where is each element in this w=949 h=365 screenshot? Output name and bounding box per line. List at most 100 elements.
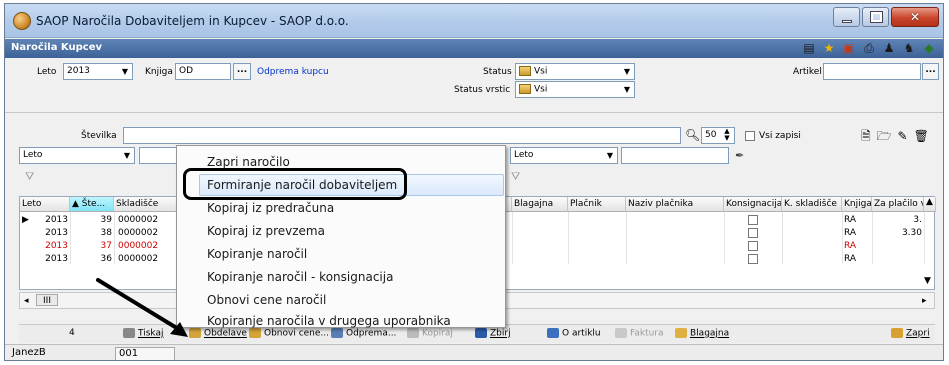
table-cell-skladisce[interactable]: 0000002 [116,214,182,226]
chevron-down-icon[interactable]: ▼ [603,148,617,163]
menu-item-obnovi-cene[interactable]: Obnovi cene naročil [207,293,326,307]
open-record-icon[interactable]: 🗁︎ [877,129,898,143]
column-filter-value[interactable] [621,147,729,164]
table-cell-skladisce[interactable]: 0000002 [116,253,182,265]
artikel-browse-button[interactable]: ... [922,63,939,80]
chevron-down-icon[interactable]: ▼ [118,64,132,79]
konsignacija-checkbox[interactable] [748,241,758,251]
delete-record-icon[interactable]: 🗑︎ [914,129,935,143]
status-select[interactable]: Vsi ▼ [515,63,635,80]
stepper-arrows-icon[interactable]: ▲ ▼ [720,128,734,143]
maximize-button[interactable] [862,7,889,27]
table-cell-stevilka[interactable]: 39 [70,214,114,226]
table-cell-skladisce[interactable]: 0000002 [116,240,182,252]
menu-item-kopiraj-iz-prevzema[interactable]: Kopiraj iz prevzema [207,224,325,238]
scroll-down-icon[interactable]: ▼ [922,275,936,287]
module-title: Naročila Kupcev [11,42,103,53]
users-icon[interactable]: ♟ [881,41,897,56]
new-record-icon[interactable]: 🗎︎ [861,129,877,143]
table-cell-za-placilo[interactable]: 3. [872,214,924,226]
menu-item-kopiraj-iz-predracuna[interactable]: Kopiraj iz predračuna [207,201,334,215]
column-header-k-skladisce[interactable]: K. skladišče [782,197,842,212]
header-toolbar: ▤ ★ ▣ ⎙ ♟ ♞ ◆ [801,41,937,56]
vsi-zapisi-checkbox[interactable] [745,131,755,141]
obdelave-label: Obdelave [204,328,247,339]
stevilka-input[interactable] [123,127,681,144]
faktura-button[interactable]: Faktura [615,328,664,339]
kopiraj-button[interactable]: Kopiraj [407,328,453,339]
scroll-right-icon[interactable]: ▸ [920,295,930,307]
menu-item-kopiranje-narocil[interactable]: Kopiranje naročil [207,247,307,261]
title-bar[interactable]: SAOP Naročila Dobaviteljem in Kupcev - S… [5,4,943,38]
column-header-skladisce[interactable]: Skladišče [114,197,182,212]
column-header-leto[interactable]: Leto [20,197,70,212]
table-cell-leto[interactable]: 2013 [30,227,70,239]
column-header-konsignacija[interactable]: Konsignacija [724,197,782,212]
konsignacija-checkbox[interactable] [748,215,758,225]
table-cell-stevilka[interactable]: 36 [70,253,114,265]
chevron-down-icon[interactable]: ▼ [620,64,634,79]
zbirj-label: Zbirj [490,328,511,339]
knjiga-browse-button[interactable]: ... [233,63,251,80]
scroll-up-icon[interactable]: ▲ [924,197,936,212]
table-cell-skladisce[interactable]: 0000002 [116,227,182,239]
konsignacija-checkbox[interactable] [748,228,758,238]
table-cell-knjiga[interactable]: RA [842,227,872,239]
search-icon[interactable]: 🔍︎ [685,128,700,142]
o-artiklu-button[interactable]: O artiklu [547,328,601,339]
scroll-thumb[interactable]: III [36,294,58,306]
table-cell-leto[interactable]: 2013 [30,240,70,252]
obnovi-cene-button[interactable]: Obnovi cene... [249,328,329,339]
column-filter-leto[interactable]: Leto ▼ [19,147,135,164]
column-header-za-placilo[interactable]: Za plačilo v TE [872,197,924,212]
chevron-down-icon[interactable]: ▼ [120,148,134,163]
column-header-knjiga[interactable]: Knjiga [842,197,872,212]
status-vrstic-select[interactable]: Vsi ▼ [515,81,635,98]
print-icon[interactable]: ⎙ [861,41,877,56]
layout-icon[interactable]: ▤ [801,41,817,56]
knjiga-input[interactable]: OD [175,63,231,80]
table-cell-leto[interactable]: 2013 [30,214,70,226]
table-cell-knjiga[interactable]: RA [842,253,872,265]
tiskaj-button[interactable]: Tiskaj [123,328,163,339]
table-cell-knjiga[interactable]: RA [842,214,872,226]
record-count-stepper[interactable]: 50 ▲ ▼ [701,127,735,144]
menu-item-kopiranje-v-drugega-uporabnika[interactable]: Kopiranje naročila v drugega uporabnika [207,314,451,328]
konsignacija-checkbox[interactable] [748,254,758,264]
obdelave-button[interactable]: Obdelave [189,328,247,339]
table-cell-za-placilo[interactable]: 3.30 [872,227,924,239]
user-settings-icon[interactable]: ♞ [901,41,917,56]
blagajna-button[interactable]: Blagajna [675,328,729,339]
navigate-icon[interactable]: ◆ [921,41,937,56]
menu-item-zapri-narocilo[interactable]: Zapri naročilo [207,155,290,169]
column-header-stevilka[interactable]: ▲ Šte... [70,197,114,212]
odprema-kupcu-link[interactable]: Odprema kupcu [257,67,329,77]
odprema-button[interactable]: Odprema... [331,328,396,339]
edit-record-icon[interactable]: ✎ [898,129,914,143]
export-icon[interactable]: ▣ [841,41,857,56]
funnel-icon[interactable]: ⛛ [511,170,520,184]
table-cell-stevilka[interactable]: 38 [70,227,114,239]
table-cell-knjiga[interactable]: RA [842,240,872,252]
pen-filter-icon[interactable]: ✒ [735,149,744,162]
leto-select[interactable]: 2013 ▼ [63,63,133,80]
column-filter-leto-2[interactable]: Leto ▼ [510,147,618,164]
close-window-button[interactable]: ✕ [891,7,939,27]
scroll-left-icon[interactable]: ◂ [22,295,32,307]
odprema-icon [331,328,343,338]
zbirj-button[interactable]: Zbirj [475,328,511,339]
table-cell-leto[interactable]: 2013 [30,253,70,265]
menu-item-kopiranje-konsignacija[interactable]: Kopiranje naročil - konsignacija [207,270,393,284]
obnovi-cene-icon [249,328,261,338]
funnel-icon[interactable]: ⛛ [25,170,34,184]
table-cell-stevilka[interactable]: 37 [70,240,114,252]
column-header-naziv-placnika[interactable]: Naziv plačnika [626,197,724,212]
artikel-input[interactable] [823,63,921,80]
zapri-button[interactable]: Zapri [891,328,930,339]
favorite-star-icon[interactable]: ★ [821,41,837,56]
minimize-button[interactable] [833,7,860,27]
column-header-blagajna[interactable]: Blagajna [512,197,568,212]
chevron-down-icon[interactable]: ▼ [620,82,634,97]
exit-icon [891,328,903,338]
column-header-placnik[interactable]: Plačnik [568,197,626,212]
